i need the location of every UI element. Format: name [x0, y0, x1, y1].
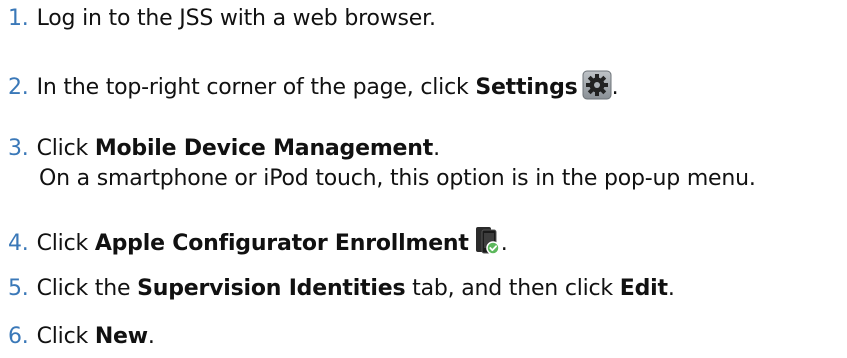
step-number: 5. [8, 276, 29, 301]
step-text: In the top-right corner of the page, cli… [36, 75, 476, 100]
step-punct: . [147, 324, 155, 349]
step-punct: . [500, 231, 508, 256]
supervision-identities-label: Supervision Identities [137, 276, 406, 301]
edit-label: Edit [619, 276, 668, 301]
step-text: Click the [36, 276, 138, 301]
step-number: 4. [8, 231, 29, 256]
step-text: Click [36, 324, 95, 349]
step-text: Log in to the JSS with a web browser. [36, 6, 436, 31]
step-punct: . [433, 136, 440, 161]
step-punct: . [667, 276, 675, 301]
step-punct: . [611, 75, 619, 100]
step-1: 1. Log in to the JSS with a web browser. [8, 4, 436, 34]
settings-label: Settings [475, 75, 578, 100]
apple-configurator-enrollment-label: Apple Configurator Enrollment [94, 231, 469, 256]
step-3: 3. Click Mobile Device Management. On a sm… [8, 134, 756, 194]
step-text: Click [36, 136, 95, 161]
gear-icon [582, 70, 612, 109]
step-number: 6. [8, 324, 29, 349]
step-2: 2. In the top-right corner of the page, c… [8, 70, 619, 109]
mobile-device-management-label: Mobile Device Management [94, 136, 434, 161]
step-6: 6. Click New. [8, 322, 155, 352]
step-4: 4. Click Apple Configurator Enrollment. [8, 226, 508, 265]
mobile-device-check-icon [473, 226, 501, 265]
step-5: 5. Click the Supervision Identities tab, … [8, 274, 675, 304]
step-note: On a smartphone or iPod touch, this opti… [39, 166, 756, 191]
step-number: 1. [8, 6, 29, 31]
step-number: 2. [8, 75, 29, 100]
step-text: Click [36, 231, 95, 256]
step-text: tab, and then click [405, 276, 620, 301]
new-label: New [94, 324, 148, 349]
step-number: 3. [8, 136, 29, 161]
